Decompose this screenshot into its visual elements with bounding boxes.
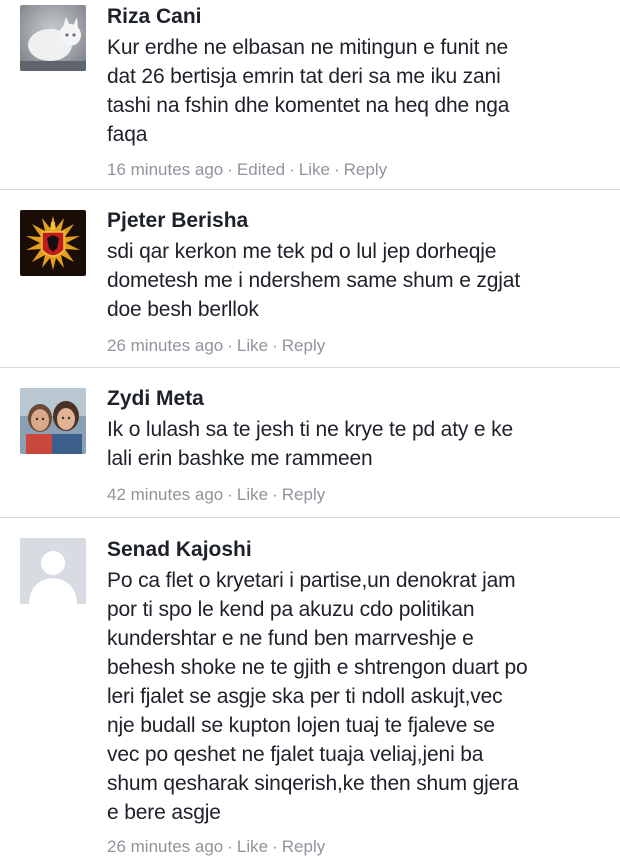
avatar[interactable] bbox=[20, 210, 86, 276]
comment-text: sdi qar kerkon me tek pd o lul jep dorhe… bbox=[107, 240, 521, 321]
meta-separator: · bbox=[227, 160, 233, 179]
comment-item: Pjeter Berisha sdi qar kerkon me tek pd … bbox=[0, 190, 620, 368]
reply-link[interactable]: Reply bbox=[282, 336, 325, 355]
meta-separator: · bbox=[227, 837, 233, 856]
comment-author[interactable]: Senad Kajoshi bbox=[107, 537, 606, 563]
reply-link[interactable]: Reply bbox=[282, 837, 325, 856]
reply-link[interactable]: Reply bbox=[282, 485, 325, 504]
meta-separator: · bbox=[272, 837, 278, 856]
meta-separator: · bbox=[333, 160, 340, 179]
comment-author[interactable]: Pjeter Berisha bbox=[107, 208, 606, 234]
like-link[interactable]: Like bbox=[237, 485, 268, 504]
two-children-photo-avatar-icon bbox=[20, 388, 86, 454]
comment-timestamp[interactable]: 26 minutes ago bbox=[107, 336, 223, 355]
meta-separator: · bbox=[272, 336, 278, 355]
comment-text: Kur erdhe ne elbasan ne mitingun e funit… bbox=[107, 36, 510, 146]
comment-meta: 26 minutes ago · Like · Reply bbox=[107, 836, 606, 858]
default-user-silhouette-avatar-icon bbox=[20, 538, 86, 604]
comment-author[interactable]: Zydi Meta bbox=[107, 386, 606, 412]
meta-separator: · bbox=[272, 485, 278, 504]
comment-item: Riza Cani Kur erdhe ne elbasan ne miting… bbox=[0, 0, 620, 190]
comment-meta: 16 minutes ago · Edited · Like · Reply bbox=[107, 159, 606, 181]
edited-label[interactable]: Edited bbox=[237, 160, 285, 179]
like-link[interactable]: Like bbox=[237, 336, 268, 355]
comment-meta: 42 minutes ago · Like · Reply bbox=[107, 484, 606, 506]
comment-meta: 26 minutes ago · Like · Reply bbox=[107, 335, 606, 357]
meta-separator: · bbox=[227, 485, 233, 504]
meta-separator: · bbox=[289, 160, 295, 179]
comment-timestamp[interactable]: 26 minutes ago bbox=[107, 837, 223, 856]
avatar[interactable] bbox=[20, 388, 86, 454]
avatar[interactable] bbox=[20, 538, 86, 604]
avatar[interactable] bbox=[20, 5, 86, 71]
comment-author[interactable]: Riza Cani bbox=[107, 4, 606, 30]
eagle-emblem-avatar-icon bbox=[20, 210, 86, 276]
like-link[interactable]: Like bbox=[299, 160, 330, 179]
comment-timestamp[interactable]: 16 minutes ago bbox=[107, 160, 223, 179]
comment-item: Senad Kajoshi Po ca flet o kryetari i pa… bbox=[0, 518, 620, 856]
like-link[interactable]: Like bbox=[237, 837, 268, 856]
reply-link[interactable]: Reply bbox=[344, 160, 387, 179]
comment-text: Po ca flet o kryetari i partise,un denok… bbox=[107, 569, 528, 824]
comment-item: Zydi Meta Ik o lulash sa te jesh ti ne k… bbox=[0, 368, 620, 518]
comment-text: Ik o lulash sa te jesh ti ne krye te pd … bbox=[107, 418, 514, 470]
comment-timestamp[interactable]: 42 minutes ago bbox=[107, 485, 223, 504]
cat-photo-avatar-icon bbox=[20, 5, 86, 71]
meta-separator: · bbox=[227, 336, 233, 355]
